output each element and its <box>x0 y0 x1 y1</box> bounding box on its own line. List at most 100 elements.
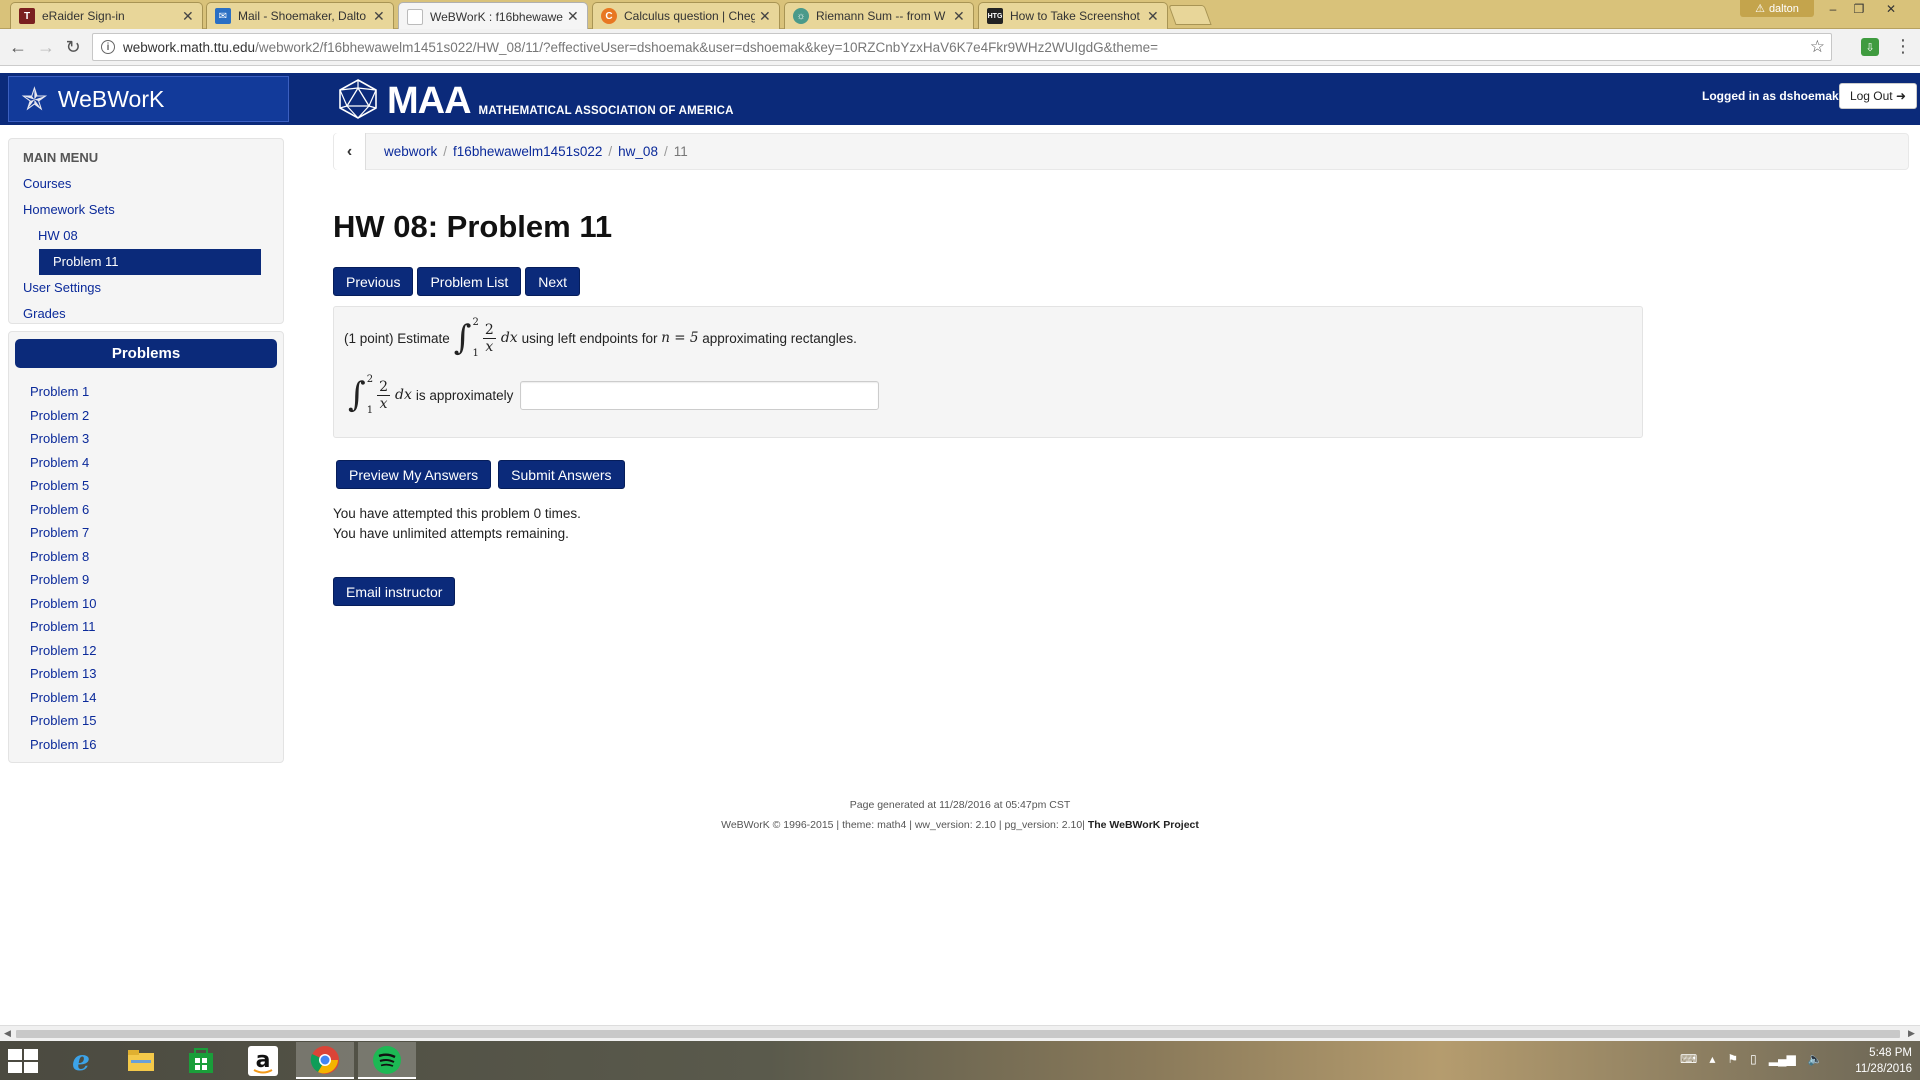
new-tab-button[interactable] <box>1168 5 1212 25</box>
close-icon[interactable]: ✕ <box>567 8 579 25</box>
browser-tab-htg[interactable]: HTG How to Take Screenshot ✕ <box>978 2 1168 29</box>
problem-link[interactable]: Problem 6 <box>9 498 283 522</box>
menu-link-hw08[interactable]: HW 08 <box>9 223 283 249</box>
breadcrumb-link[interactable]: hw_08 <box>618 144 658 159</box>
clock-date: 11/28/2016 <box>1855 1063 1912 1075</box>
action-center-icon[interactable]: ⚑ <box>1727 1052 1738 1066</box>
problem-statement: (1 point) Estimate ∫ 2 1 2 x dx using le… <box>344 315 857 361</box>
previous-button[interactable]: Previous <box>333 267 414 296</box>
copyright-line: WeBWorK © 1996-2015 | theme: math4 | ww_… <box>0 815 1920 835</box>
store-icon[interactable] <box>172 1042 230 1079</box>
page-title: HW 08: Problem 11 <box>333 209 613 244</box>
problem-link[interactable]: Problem 8 <box>9 545 283 569</box>
problem-link[interactable]: Problem 3 <box>9 427 283 451</box>
browser-tab-mail[interactable]: ✉ Mail - Shoemaker, Dalto ✕ <box>206 2 394 29</box>
close-icon[interactable]: ✕ <box>182 8 194 25</box>
browser-toolbar: ← → ↻ i webwork.math.ttu.edu/webwork2/f1… <box>0 29 1920 66</box>
submit-answers-button[interactable]: Submit Answers <box>498 460 625 489</box>
internet-explorer-icon[interactable]: e <box>52 1042 110 1079</box>
differential: dx <box>500 330 518 346</box>
problem-link[interactable]: Problem 11 <box>9 615 283 639</box>
menu-link-grades[interactable]: Grades <box>9 301 283 327</box>
battery-icon[interactable]: ▯ <box>1750 1052 1757 1066</box>
problem-link[interactable]: Problem 16 <box>9 733 283 757</box>
problem-link[interactable]: Problem 14 <box>9 686 283 710</box>
problem-link[interactable]: Problem 9 <box>9 568 283 592</box>
problem-link[interactable]: Problem 12 <box>9 639 283 663</box>
problem-link[interactable]: Problem 5 <box>9 474 283 498</box>
fraction-denominator: x <box>379 395 388 412</box>
breadcrumb-link[interactable]: f16bhewawelm1451s022 <box>453 144 602 159</box>
problem-link[interactable]: Problem 1 <box>9 380 283 404</box>
show-hidden-icons-icon[interactable]: ▴ <box>1709 1052 1715 1066</box>
info-icon[interactable]: i <box>101 40 115 54</box>
problem-list-button[interactable]: Problem List <box>417 267 522 296</box>
browser-tab-eraider[interactable]: T eRaider Sign-in ✕ <box>10 2 203 29</box>
problem-link[interactable]: Problem 13 <box>9 662 283 686</box>
breadcrumb-trail: webwork / f16bhewawelm1451s022 / hw_08 / 11 <box>384 144 688 159</box>
scroll-right-icon[interactable]: ▶ <box>1908 1028 1915 1039</box>
fraction-numerator: 2 <box>377 378 391 396</box>
back-arrow-icon[interactable]: ← <box>8 37 28 57</box>
taskbar-clock[interactable]: 5:48 PM 11/28/2016 <box>1836 1045 1912 1077</box>
integral-expression: ∫ 2 1 2 x dx <box>348 374 412 416</box>
logout-button[interactable]: Log Out ➜ <box>1839 83 1917 109</box>
forward-arrow-icon[interactable]: → <box>36 37 56 57</box>
bookmark-star-icon[interactable]: ☆ <box>1810 37 1825 57</box>
answer-input[interactable] <box>520 380 880 410</box>
scrollbar-thumb[interactable] <box>16 1030 1900 1038</box>
maa-logo[interactable]: MAA MATHEMATICAL ASSOCIATION OF AMERICA <box>337 78 734 120</box>
page-generated: Page generated at 11/28/2016 at 05:47pm … <box>849 799 1071 811</box>
windows-taskbar: e a ⌨ ▴ ⚑ ▯ ▂▄▆ 🔈 5:48 PM 11/28/2016 <box>0 1041 1920 1080</box>
minimize-icon[interactable]: – <box>1820 0 1846 18</box>
preview-answers-button[interactable]: Preview My Answers <box>336 460 492 489</box>
submit-row: Preview My Answers Submit Answers <box>336 460 625 489</box>
menu-link-homework-sets[interactable]: Homework Sets <box>9 197 283 223</box>
keyboard-icon[interactable]: ⌨ <box>1680 1052 1697 1066</box>
close-icon[interactable]: ✕ <box>373 8 385 25</box>
profile-chip[interactable]: ⚠ dalton <box>1740 0 1814 17</box>
extension-icon[interactable]: ⇩ <box>1861 38 1879 56</box>
horizontal-scrollbar[interactable]: ◀ ▶ <box>0 1025 1920 1041</box>
problem-link[interactable]: Problem 15 <box>9 709 283 733</box>
windows-start-icon[interactable] <box>8 1049 38 1073</box>
browser-tab-webwork[interactable]: WeBWorK : f16bhewawe ✕ <box>398 2 588 30</box>
spotify-icon[interactable] <box>358 1042 416 1079</box>
fraction-numerator: 2 <box>482 321 496 339</box>
webwork-logo[interactable]: ✯ WeBWorK <box>8 76 289 122</box>
email-instructor-button[interactable]: Email instructor <box>333 577 456 606</box>
volume-icon[interactable]: 🔈 <box>1808 1052 1823 1066</box>
breadcrumb-link[interactable]: webwork <box>384 144 437 159</box>
problem-text: approximating rectangles. <box>702 330 857 346</box>
differential: dx <box>395 387 412 403</box>
scroll-left-icon[interactable]: ◀ <box>4 1028 11 1039</box>
chevron-left-icon[interactable]: ‹ <box>334 133 366 170</box>
footer: Page generated at 11/28/2016 at 05:47pm … <box>0 795 1920 835</box>
webwork-project-link[interactable]: The WeBWorK Project <box>1088 819 1199 831</box>
problem-link[interactable]: Problem 2 <box>9 404 283 428</box>
amazon-icon[interactable]: a <box>234 1042 292 1079</box>
menu-link-user-settings[interactable]: User Settings <box>9 275 283 301</box>
next-button[interactable]: Next <box>525 267 581 296</box>
close-icon[interactable]: ✕ <box>953 8 965 25</box>
chrome-icon[interactable] <box>296 1042 354 1079</box>
problems-title: Problems <box>15 339 277 368</box>
problem-link[interactable]: Problem 7 <box>9 521 283 545</box>
close-window-icon[interactable]: ✕ <box>1878 0 1904 18</box>
browser-menu-icon[interactable]: ⋮ <box>1894 36 1912 57</box>
network-icon[interactable]: ▂▄▆ <box>1769 1052 1796 1066</box>
menu-link-problem-11[interactable]: Problem 11 <box>39 249 261 275</box>
problem-link[interactable]: Problem 4 <box>9 451 283 475</box>
browser-tab-wolfram[interactable]: ☼ Riemann Sum -- from W ✕ <box>784 2 974 29</box>
menu-link-courses[interactable]: Courses <box>9 171 283 197</box>
problem-link[interactable]: Problem 10 <box>9 592 283 616</box>
close-icon[interactable]: ✕ <box>1147 8 1159 25</box>
close-icon[interactable]: ✕ <box>759 8 771 25</box>
browser-tab-chegg[interactable]: C Calculus question | Cheg ✕ <box>592 2 780 29</box>
problem-text: using left endpoints for <box>521 330 658 346</box>
integral-sign-icon: ∫ <box>453 318 472 358</box>
address-bar[interactable]: i webwork.math.ttu.edu/webwork2/f16bhewa… <box>92 33 1832 61</box>
file-explorer-icon[interactable] <box>112 1042 170 1079</box>
reload-icon[interactable]: ↻ <box>63 37 83 57</box>
restore-icon[interactable]: ❐ <box>1846 0 1872 18</box>
